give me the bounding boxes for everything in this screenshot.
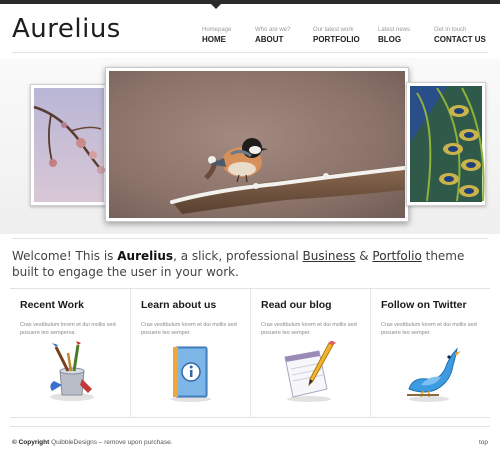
welcome-part: , a slick, professional <box>173 249 303 263</box>
nav-subtitle: Latest news <box>378 27 411 33</box>
copyright-label: © Copyright <box>12 439 50 446</box>
slide-prev[interactable] <box>30 84 108 206</box>
nav-subtitle: Homepage <box>202 27 232 33</box>
welcome-part: Welcome! This is <box>12 249 118 263</box>
notepad-pencil-icon[interactable] <box>279 341 343 405</box>
feature-learn-about-us: Learn about us Cras vestibulum lorem et … <box>130 289 251 417</box>
feature-text: Cras vestibulum lorem et dui mollis sed … <box>20 322 116 336</box>
nav-label: ABOUT <box>255 35 284 44</box>
feature-text: Cras vestibulum lorem et dui mollis sed … <box>381 322 477 336</box>
nav-item-blog[interactable]: Latest news BLOG <box>378 26 410 45</box>
feature-title[interactable]: Learn about us <box>141 299 216 311</box>
nav-item-about[interactable]: Who are we? ABOUT <box>255 26 290 45</box>
business-link[interactable]: Business <box>303 249 356 263</box>
welcome-divider <box>12 238 488 239</box>
blossom-branch-image <box>33 88 105 202</box>
welcome-brand: Aurelius <box>117 249 174 263</box>
feature-text: Cras vestibulum lorem et dui mollis sed … <box>141 322 237 336</box>
feature-title[interactable]: Follow on Twitter <box>381 299 467 311</box>
feature-columns: Recent Work Cras vestibulum lorem et dui… <box>10 288 490 418</box>
info-book-icon[interactable] <box>159 341 223 405</box>
feature-title[interactable]: Recent Work <box>20 299 84 311</box>
feature-recent-work: Recent Work Cras vestibulum lorem et dui… <box>10 289 130 417</box>
nav-item-contact[interactable]: Get in touch CONTACT US <box>434 26 486 45</box>
header-divider <box>12 52 488 53</box>
footer-divider <box>10 426 490 427</box>
nav-label: HOME <box>202 35 226 44</box>
nav-label: BLOG <box>378 35 402 44</box>
twitter-bird-icon[interactable] <box>399 341 463 405</box>
feature-text: Cras vestibulum lorem et dui mollis sed … <box>261 322 357 336</box>
nav-label: PORTFOLIO <box>313 35 360 44</box>
paint-brushes-icon[interactable] <box>38 341 102 405</box>
nav-item-portfolio[interactable]: Our latest work PORTFOLIO <box>313 26 360 45</box>
bird-on-branch-image <box>109 71 406 218</box>
image-slider <box>0 58 500 234</box>
feature-follow-on-twitter: Follow on Twitter Cras vestibulum lorem … <box>370 289 491 417</box>
top-bar <box>0 0 500 4</box>
main-nav: Homepage HOME Who are we? ABOUT Our late… <box>0 26 500 46</box>
feature-title[interactable]: Read our blog <box>261 299 332 311</box>
welcome-text: Welcome! This is Aurelius, a slick, prof… <box>12 248 488 280</box>
footer-copyright: © Copyright QuibbleDesigns – remove upon… <box>12 439 173 446</box>
peacock-feather-image <box>410 86 485 202</box>
copyright-text: QuibbleDesigns – remove upon purchase. <box>49 439 173 446</box>
feature-read-our-blog: Read our blog Cras vestibulum lorem et d… <box>250 289 371 417</box>
nav-label: CONTACT US <box>434 35 486 44</box>
welcome-part: & <box>355 249 373 263</box>
slide-next[interactable] <box>406 82 486 206</box>
back-to-top-link[interactable]: top <box>479 439 488 446</box>
nav-subtitle: Get in touch <box>434 27 467 33</box>
portfolio-link[interactable]: Portfolio <box>372 249 421 263</box>
nav-subtitle: Our latest work <box>313 27 354 33</box>
nav-item-home[interactable]: Homepage HOME <box>202 26 231 45</box>
nav-subtitle: Who are we? <box>255 27 291 33</box>
top-bar-notch <box>211 4 221 9</box>
slide-current[interactable] <box>105 67 409 222</box>
